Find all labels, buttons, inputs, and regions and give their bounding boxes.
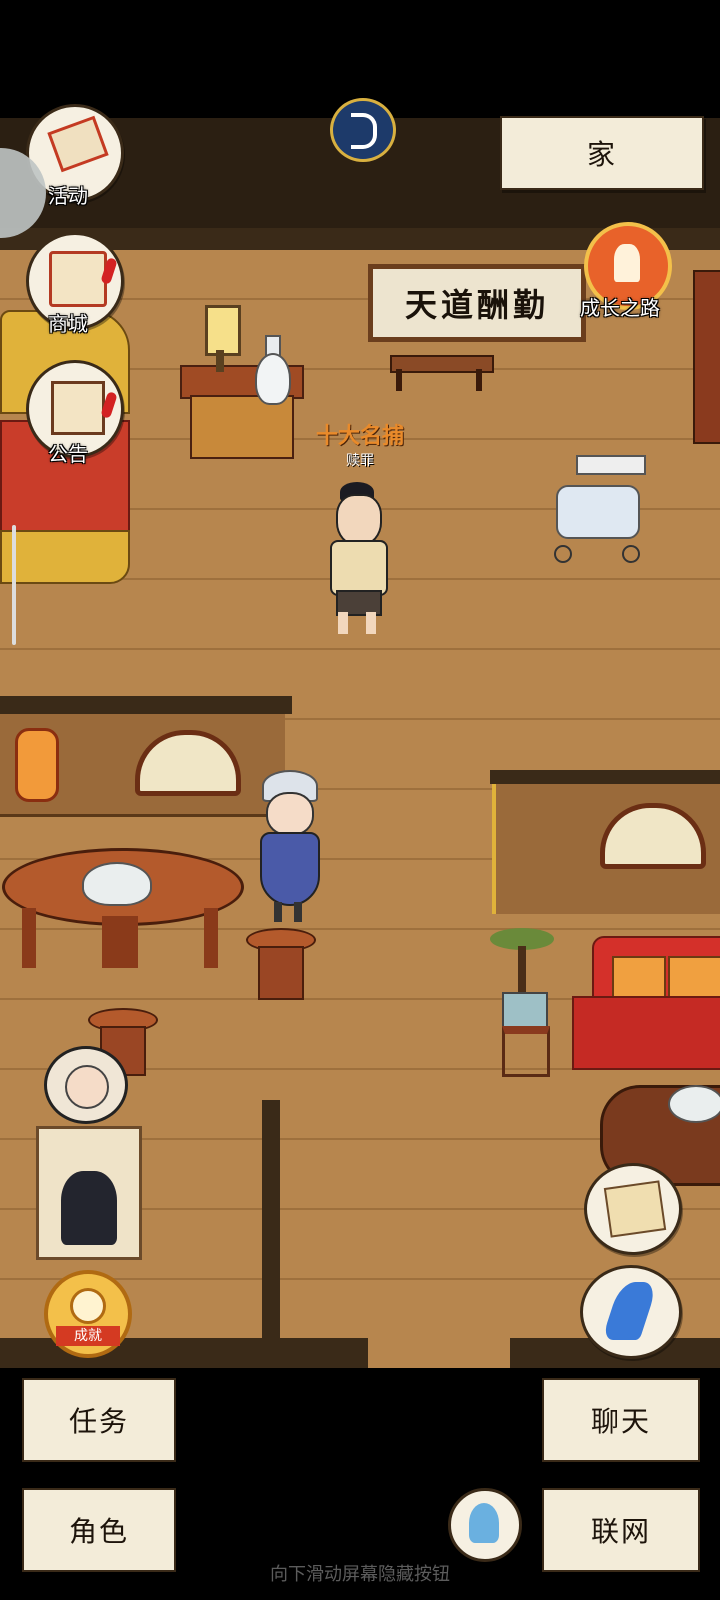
left-room-beam [0, 696, 292, 714]
shop-label: 商城 [48, 312, 88, 336]
notice-label: 公告 [48, 442, 88, 466]
home-button[interactable]: 家 [500, 116, 704, 190]
medal-icon [70, 1288, 106, 1324]
character-title: 十大名捕 [315, 423, 404, 449]
run-button[interactable] [580, 1265, 682, 1359]
companion-face-icon [65, 1065, 109, 1109]
bonsai [482, 928, 562, 1077]
portrait-icon [61, 1171, 117, 1245]
teapot-right [668, 1085, 720, 1123]
activity-label: 活动 [48, 184, 88, 208]
teapot [82, 862, 152, 906]
notice-board-icon [51, 381, 105, 435]
player-character[interactable] [322, 482, 392, 642]
runner-icon [601, 1282, 659, 1340]
baby-stroller [546, 455, 646, 565]
sofa [572, 936, 720, 1074]
vase [255, 335, 291, 405]
right-room-beam [490, 770, 720, 784]
companion-avatar[interactable] [44, 1046, 128, 1124]
stool [246, 928, 316, 1000]
achievement-button[interactable]: 成就 [44, 1270, 132, 1358]
task-button[interactable]: 任务 [22, 1378, 176, 1462]
night-mode-icon[interactable] [330, 98, 396, 162]
npc-character[interactable] [250, 770, 330, 930]
flag-icon [47, 115, 109, 173]
chat-button[interactable]: 聊天 [542, 1378, 700, 1462]
meditate-button[interactable] [448, 1488, 522, 1562]
hide-buttons-hint: 向下滑动屏幕隐藏按钮 [270, 1564, 450, 1585]
pillar [262, 1100, 280, 1340]
growth-road-label: 成长之路 [580, 296, 660, 320]
lantern [15, 728, 59, 802]
scroll-indicator [12, 525, 16, 645]
character-name: 赎罪 [346, 453, 374, 469]
low-table [390, 355, 494, 395]
map-button[interactable] [584, 1163, 682, 1255]
wall-sign: 天道酬勤 [368, 264, 586, 342]
wanted-poster-button[interactable] [36, 1126, 142, 1260]
meditation-icon [469, 1503, 499, 1543]
person-icon [614, 244, 640, 282]
achievement-label: 成就 [56, 1326, 120, 1346]
cabinet [693, 270, 720, 444]
lamp [200, 295, 241, 375]
map-scroll-icon [603, 1180, 667, 1238]
shop-stall-icon [49, 251, 107, 307]
